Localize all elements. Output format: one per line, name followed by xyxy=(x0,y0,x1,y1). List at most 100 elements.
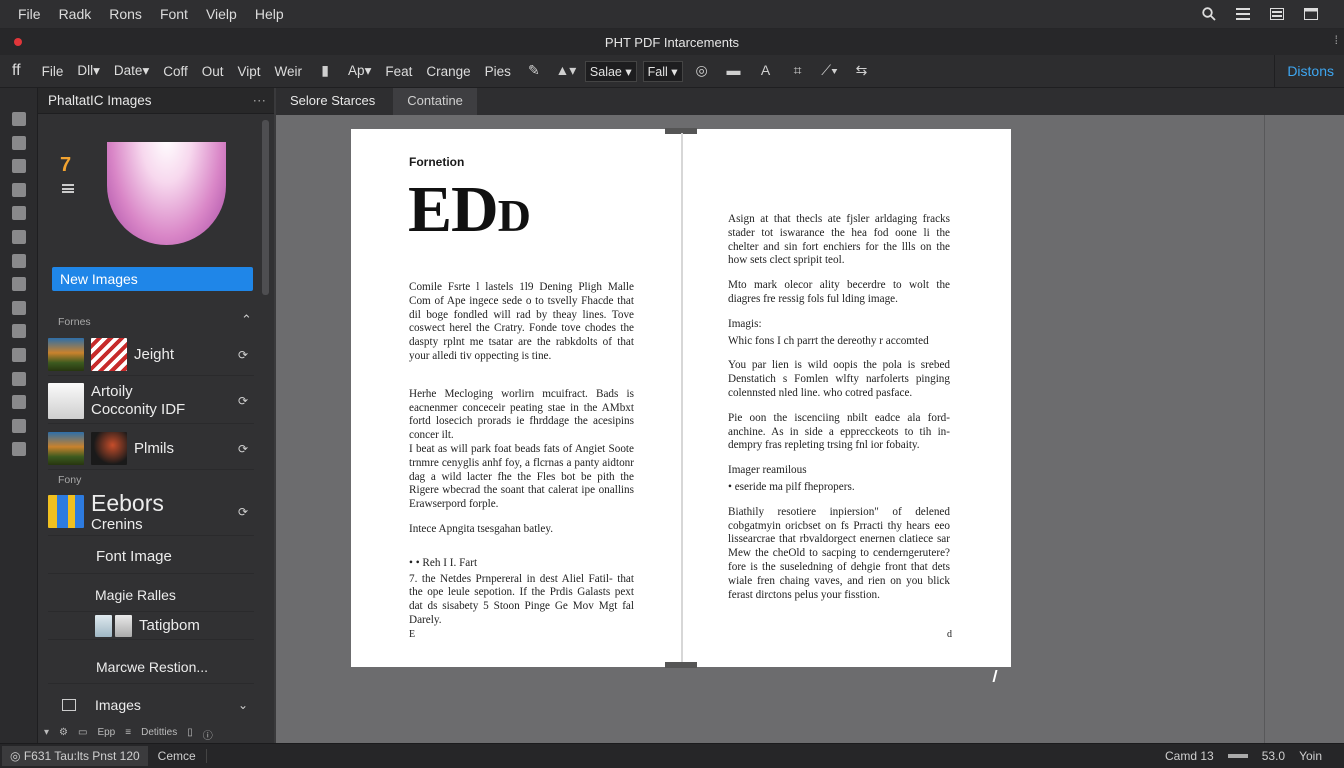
list-item[interactable]: Eebors Crenins ⟳ xyxy=(48,488,254,536)
zoom-slider[interactable] xyxy=(1227,754,1248,758)
menu-view[interactable]: Vielp xyxy=(197,6,246,22)
layers-tool-icon[interactable] xyxy=(11,300,26,315)
list-icon[interactable] xyxy=(1236,8,1250,20)
eyedropper-tool-icon[interactable] xyxy=(11,277,26,292)
list-item[interactable]: Jeight ⟳ xyxy=(48,334,254,376)
info-icon[interactable]: ⓘ xyxy=(203,727,213,742)
image-tool-icon[interactable] xyxy=(11,371,26,386)
lasso-tool-icon[interactable] xyxy=(11,135,26,150)
right-column: Asign at that thecls ate fjsler arldagin… xyxy=(728,213,950,613)
list-item[interactable]: Marcwe Restion... xyxy=(48,650,254,684)
search-icon[interactable] xyxy=(1202,7,1216,21)
item-label: Artoily xyxy=(91,382,133,400)
item-label: Font Image xyxy=(96,547,172,565)
panel-icon[interactable] xyxy=(1270,8,1284,20)
pen-icon[interactable]: ✎ xyxy=(523,62,545,80)
tool-dot-icon[interactable]: ▾ xyxy=(44,727,49,742)
stamp-icon[interactable]: ▲▾ xyxy=(555,62,577,80)
card-icon[interactable]: ▭ xyxy=(78,727,87,742)
status-tab[interactable]: Cemce xyxy=(148,749,207,763)
toolbar-weir[interactable]: Weir xyxy=(268,64,310,79)
document-icon[interactable]: ▮ xyxy=(314,62,336,80)
left-toolstrip xyxy=(0,88,38,743)
panel-scrollbar[interactable] xyxy=(262,120,269,295)
item-arrow-icon[interactable]: ⟳ xyxy=(238,505,248,519)
headline-small: D xyxy=(497,190,531,241)
item-arrow-icon[interactable]: ⟳ xyxy=(238,348,248,362)
toolbar-out[interactable]: Out xyxy=(195,64,231,79)
toolbar-ap[interactable]: Ap▾ xyxy=(341,63,378,79)
bottom-tool-detitties[interactable]: Detitties xyxy=(141,727,177,742)
zoom-tool-icon[interactable] xyxy=(11,347,26,362)
grid-tool-icon[interactable] xyxy=(11,324,26,339)
chevron-down-icon[interactable]: ⌄ xyxy=(238,698,248,712)
item-arrow-icon[interactable]: ⟳ xyxy=(238,442,248,456)
tab-selore-starces[interactable]: Selore Starces xyxy=(276,88,389,115)
toolbar-feat[interactable]: Feat xyxy=(378,64,419,79)
pin-icon[interactable]: ⁞ xyxy=(1335,33,1338,47)
toolbar-date-label: Date xyxy=(113,63,143,78)
list-item[interactable]: Plmils ⟳ xyxy=(48,428,254,470)
link-icon[interactable]: ⇆ xyxy=(851,62,873,80)
toolbar-dll[interactable]: Dll▾ xyxy=(70,63,107,79)
toolbar-date[interactable]: Date▾ xyxy=(107,63,156,79)
toolbar-coff[interactable]: Coff xyxy=(156,64,195,79)
distons-button[interactable]: Distons xyxy=(1274,55,1344,87)
menu-file[interactable]: File xyxy=(0,6,50,22)
select-tool-icon[interactable] xyxy=(11,112,26,126)
paragraph: Biathily resotiere inpiersion" of delene… xyxy=(728,505,950,601)
page-tool-icon[interactable] xyxy=(11,159,26,174)
list-item[interactable]: Tatigbom xyxy=(48,612,254,640)
list-item[interactable]: Magie Ralles xyxy=(48,578,254,612)
page-headline: EDD xyxy=(408,175,531,251)
menu-font[interactable]: Font xyxy=(151,6,197,22)
style-select[interactable]: Salae ▾ xyxy=(584,60,637,82)
item-label: Eebors xyxy=(91,489,164,516)
menu-help[interactable]: Help xyxy=(246,6,293,22)
lock-icon[interactable]: ▯ xyxy=(187,727,193,742)
document-spread[interactable]: Fornetion EDD Comile Fsrte l lastels 1l9… xyxy=(351,128,1011,668)
hamburger-icon[interactable] xyxy=(62,184,74,193)
eraser-tool-icon[interactable] xyxy=(11,229,26,244)
item-arrow-icon[interactable]: ⟳ xyxy=(238,394,248,408)
stack-icon[interactable]: ≡ xyxy=(125,727,131,742)
menu-edit[interactable]: Radk xyxy=(50,6,101,22)
new-images-button[interactable]: New Images xyxy=(52,267,253,291)
copy-tool-icon[interactable] xyxy=(11,395,26,410)
collapse-icon[interactable]: ⌃ xyxy=(241,312,252,328)
tab-contatine[interactable]: Contatine xyxy=(393,88,477,115)
zoom-value[interactable]: 53.0 xyxy=(1262,749,1285,763)
close-window-dot[interactable] xyxy=(14,38,22,46)
window-icon[interactable] xyxy=(1304,8,1318,20)
paragraph: Imager reamilous xyxy=(728,464,807,477)
list-item[interactable]: Font Image xyxy=(48,540,254,574)
list-item[interactable]: Images ⌄ xyxy=(48,688,254,722)
document-canvas[interactable]: Fornetion EDD Comile Fsrte l lastels 1l9… xyxy=(276,115,1344,743)
file-tool-icon[interactable] xyxy=(11,442,26,457)
toolbar-file[interactable]: File xyxy=(35,64,71,79)
status-right-label[interactable]: Yoin xyxy=(1299,749,1322,763)
item-label-group: Eebors Crenins xyxy=(91,490,164,534)
text-tool-icon[interactable]: A xyxy=(755,62,777,80)
toolbar-crange[interactable]: Crange xyxy=(419,64,477,79)
stack-tool-icon[interactable] xyxy=(11,418,26,433)
page-gutter xyxy=(681,133,683,663)
toolbar-vipt[interactable]: Vipt xyxy=(231,64,268,79)
pencil-tool-icon[interactable] xyxy=(11,206,26,221)
panel-menu-icon[interactable]: ⋯ xyxy=(253,93,267,109)
brush-tool-icon[interactable] xyxy=(11,182,26,197)
line-tool-icon[interactable]: ⟋▾ xyxy=(819,62,841,80)
wand-tool-icon[interactable] xyxy=(11,253,26,268)
preview-thumbnail[interactable] xyxy=(107,142,226,245)
circle-tool-icon[interactable]: ◎ xyxy=(691,62,713,80)
app-logo-icon[interactable]: ff xyxy=(0,62,35,80)
item-label: Marcwe Restion... xyxy=(96,658,209,675)
toolbar-pies[interactable]: Pies xyxy=(478,64,518,79)
bottom-tool-epp[interactable]: Epp xyxy=(97,727,115,742)
menu-rons[interactable]: Rons xyxy=(100,6,151,22)
crop-icon[interactable]: ⌗ xyxy=(787,62,809,80)
settings-icon[interactable]: ⚙ xyxy=(59,727,68,742)
comment-icon[interactable]: ▬ xyxy=(723,62,745,80)
fill-select[interactable]: Fall ▾ xyxy=(642,60,683,82)
list-item[interactable]: Artoily Cocconity IDF ⟳ xyxy=(48,378,254,424)
